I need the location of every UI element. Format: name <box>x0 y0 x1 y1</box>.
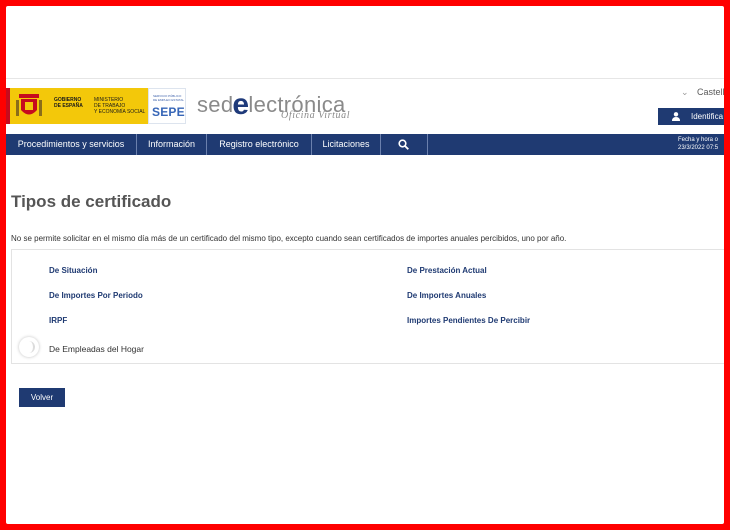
main-nav: Procedimientos y servicios Información R… <box>6 134 724 155</box>
site-title-e: e <box>232 88 250 121</box>
identify-label: Identifica <box>691 112 724 121</box>
sepe-caption: SERVICIO PÚBLICO DE EMPLEO ESTATAL <box>153 94 185 102</box>
cert-irpf[interactable]: IRPF <box>49 316 67 325</box>
spinner-arc <box>24 341 35 353</box>
site-subtitle: Oficina Virtual <box>281 110 351 121</box>
intro-text: No se permite solicitar en el mismo día … <box>11 234 567 243</box>
top-divider <box>6 78 724 79</box>
site-title-pre: sed <box>197 92 234 117</box>
nav-informacion[interactable]: Información <box>137 134 207 155</box>
search-icon <box>398 139 409 150</box>
page-title: Tipos de certificado <box>11 192 172 211</box>
user-icon <box>672 112 680 121</box>
datetime-label: Fecha y hora o <box>678 137 719 143</box>
cert-importes-anuales[interactable]: De Importes Anuales <box>407 291 486 300</box>
datetime-value: 23/3/2022 07:5 <box>678 145 719 151</box>
nav-search-button[interactable] <box>381 134 428 155</box>
language-selector[interactable]: Castell <box>697 87 724 97</box>
sepe-logo[interactable]: SERVICIO PÚBLICO DE EMPLEO ESTATAL SEPE <box>148 88 186 124</box>
nav-registro[interactable]: Registro electrónico <box>207 134 312 155</box>
back-button[interactable]: Volver <box>19 388 65 407</box>
gobierno-text: GOBIERNO DE ESPAÑA <box>54 97 83 109</box>
nav-procedimientos[interactable]: Procedimientos y servicios <box>6 134 137 155</box>
chevron-down-icon[interactable]: ⌄ <box>681 87 689 98</box>
cert-prestacion-actual[interactable]: De Prestación Actual <box>407 266 487 275</box>
browser-viewport: GOBIERNO DE ESPAÑA MINISTERIO DE TRABAJO… <box>6 6 724 524</box>
nav-licitaciones[interactable]: Licitaciones <box>312 134 381 155</box>
sepe-wordmark: SEPE <box>152 105 185 119</box>
cert-empleadas-hogar[interactable]: De Empleadas del Hogar <box>49 344 144 354</box>
cert-importes-pendientes[interactable]: Importes Pendientes De Percibir <box>407 316 530 325</box>
cert-de-situacion[interactable]: De Situación <box>49 266 97 275</box>
loading-spinner-icon <box>19 337 39 357</box>
cert-importes-periodo[interactable]: De Importes Por Periodo <box>49 291 143 300</box>
identify-button[interactable]: Identifica <box>658 108 724 125</box>
government-logo[interactable]: GOBIERNO DE ESPAÑA MINISTERIO DE TRABAJO… <box>10 88 148 124</box>
coat-of-arms-icon <box>16 94 42 116</box>
ministry-text: MINISTERIO DE TRABAJO Y ECONOMÍA SOCIAL <box>94 97 146 115</box>
